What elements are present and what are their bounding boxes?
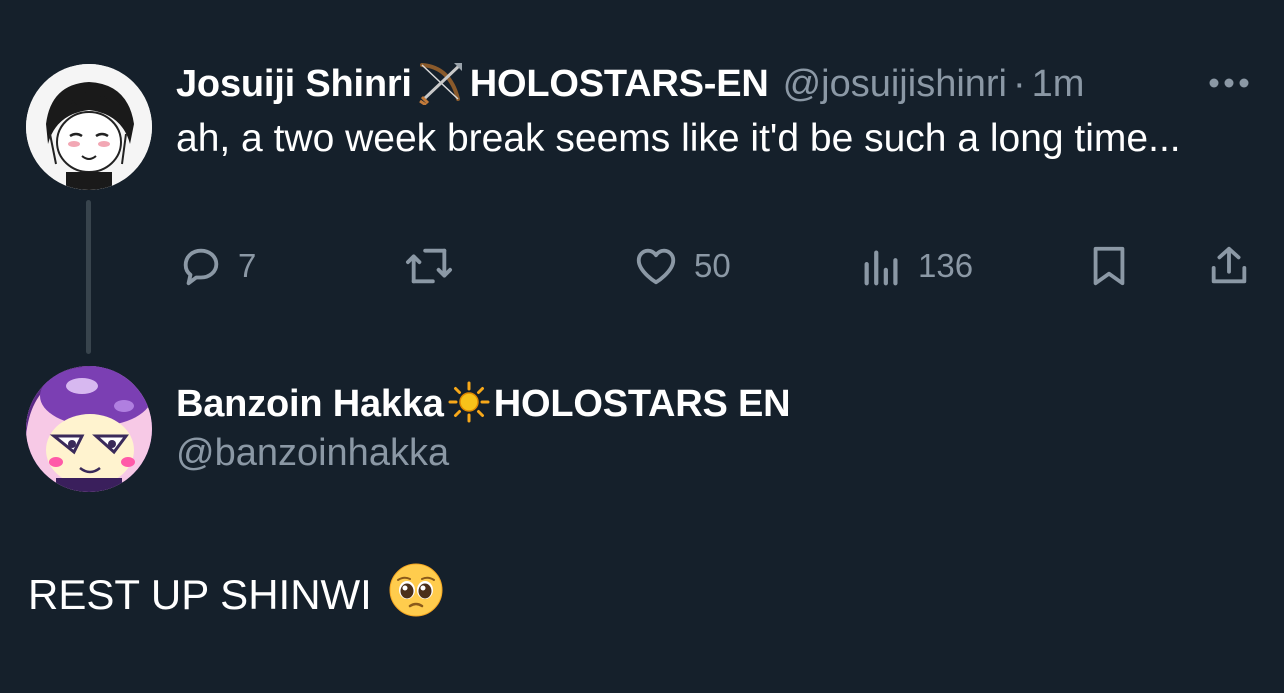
retweet-icon (406, 248, 453, 284)
reply-text: REST UP SHINWI (28, 571, 372, 618)
reply-icon (183, 248, 219, 286)
views-bar-chart-icon (864, 250, 898, 286)
tweet-action-bar: 7 50 136 (0, 238, 1284, 294)
pleading-face-icon (388, 562, 444, 628)
like-button[interactable]: 50 (632, 238, 731, 294)
avatar-illustration (26, 366, 152, 492)
sun-icon (448, 381, 490, 428)
more-dots-icon (1209, 78, 1249, 88)
reply-button[interactable]: 7 (178, 238, 256, 294)
views-count: 136 (918, 247, 974, 284)
author-handle[interactable]: @josuijishinri (783, 63, 1007, 106)
retweet-button[interactable] (402, 238, 456, 294)
reply-author-display-name[interactable]: Banzoin Hakka (176, 383, 444, 426)
reply-author-handle[interactable]: @banzoinhakka (176, 432, 449, 475)
reply-count: 7 (238, 247, 257, 284)
share-button[interactable] (1206, 238, 1252, 294)
share-upload-icon (1211, 246, 1247, 284)
like-count: 50 (694, 247, 731, 284)
avatar-josuiji-shinri[interactable] (26, 64, 152, 190)
avatar-banzoin-hakka[interactable] (26, 366, 152, 492)
tweet-text: ah, a two week break seems like it'd be … (176, 117, 1181, 160)
reply-author-row: Banzoin Hakka HOLOSTARS EN (176, 378, 791, 430)
reply-text-input[interactable]: REST UP SHINWI (28, 562, 444, 628)
heart-icon (636, 248, 676, 285)
author-display-name[interactable]: Josuiji Shinri (176, 63, 412, 106)
bookmark-icon (1093, 246, 1125, 286)
avatar-illustration (26, 64, 152, 190)
views-button[interactable]: 136 (860, 238, 973, 294)
tweet-timestamp[interactable]: 1m (1032, 63, 1085, 106)
more-options-button[interactable] (1206, 66, 1252, 100)
bookmark-button[interactable] (1088, 238, 1130, 294)
tweet-author-row: Josuiji Shinri HOLOSTARS-EN @josuijishin… (176, 58, 1084, 110)
bow-and-arrow-icon (416, 59, 466, 110)
reply-author-affiliation: HOLOSTARS EN (493, 382, 791, 425)
author-affiliation: HOLOSTARS-EN (469, 62, 769, 105)
separator-dot: · (1013, 62, 1026, 105)
